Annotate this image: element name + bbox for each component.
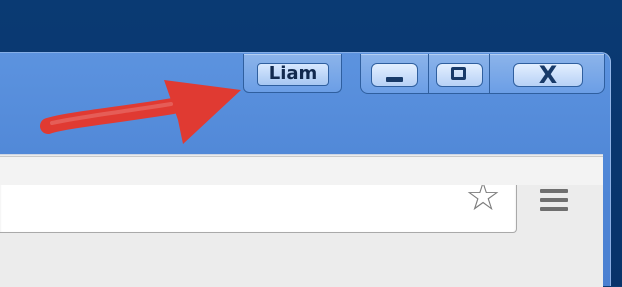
minimize-icon	[386, 77, 403, 82]
maximize-pill	[436, 63, 483, 87]
minimize-pill	[371, 63, 418, 87]
arrow-shaft	[40, 98, 181, 134]
arrow-head	[164, 80, 241, 144]
window-controls: X	[360, 54, 605, 94]
minimize-button[interactable]	[361, 54, 429, 93]
menu-line	[540, 207, 568, 211]
profile-button[interactable]: Liam	[243, 54, 342, 93]
menu-line	[540, 198, 568, 202]
red-arrow-annotation	[40, 80, 241, 144]
close-pill: X	[513, 61, 583, 89]
page-content-top	[0, 156, 603, 185]
hamburger-menu-icon[interactable]	[540, 189, 568, 213]
profile-pill: Liam	[257, 63, 329, 86]
maximize-button[interactable]	[428, 54, 490, 93]
menu-line	[540, 189, 568, 193]
close-icon: X	[538, 61, 558, 89]
close-button[interactable]: X	[489, 54, 604, 93]
maximize-icon	[451, 67, 466, 80]
profile-name-label: Liam	[268, 63, 318, 84]
